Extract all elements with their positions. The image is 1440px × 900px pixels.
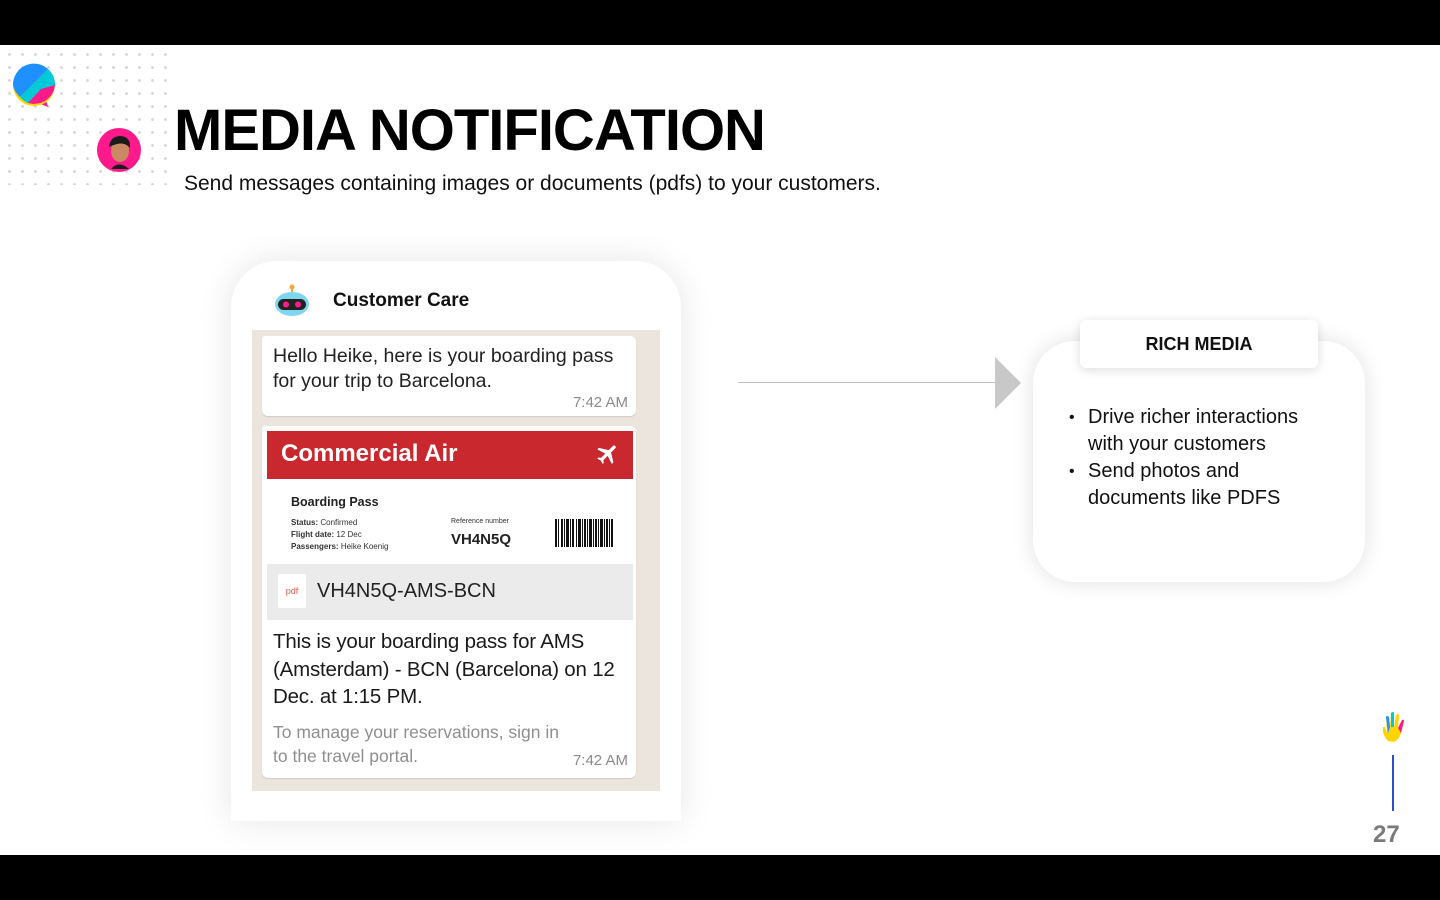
list-item: Send photos and documents like PDFS — [1066, 458, 1336, 512]
message-text: This is your boarding pass for AMS (Amst… — [273, 630, 615, 708]
user-avatar-icon — [97, 128, 141, 172]
boarding-pass-heading: Boarding Pass — [291, 495, 379, 509]
reference-label: Reference number — [451, 518, 509, 525]
page-subtitle: Send messages containing images or docum… — [184, 172, 881, 195]
chat-header: Customer Care — [273, 283, 469, 319]
attachment-name: VH4N5Q-AMS-BCN — [317, 580, 496, 602]
reference-value: VH4N5Q — [451, 531, 512, 548]
plane-icon — [597, 445, 616, 464]
boarding-pass-header: Commercial Air — [267, 431, 633, 479]
bottom-letterbox — [0, 855, 1440, 900]
phone-mockup: Customer Care Hello Heike, here is your … — [231, 261, 681, 821]
passengers-label: Passengers: — [291, 542, 339, 551]
message-time: 7:42 AM — [572, 394, 628, 411]
passengers-value: Heike Koenig — [340, 542, 389, 551]
arrow-head-icon — [995, 357, 1021, 409]
rich-media-tab: RICH MEDIA — [1080, 320, 1318, 368]
status-value: Confirmed — [320, 518, 358, 527]
bot-icon — [275, 284, 309, 316]
message-bubble-greeting: Hello Heike, here is your boarding pass … — [262, 336, 636, 416]
page-title: MEDIA NOTIFICATION — [174, 98, 766, 163]
chat-area: Hello Heike, here is your boarding pass … — [252, 330, 660, 791]
boarding-pass-image[interactable]: Commercial Air Boarding Pass Status: Con… — [267, 431, 633, 571]
arrow-line — [738, 382, 996, 383]
list-item: Drive richer interactions with your cust… — [1066, 404, 1336, 458]
boarding-pass-details: Status: Confirmed Flight date: 12 Dec Pa… — [291, 517, 388, 553]
status-label: Status: — [291, 518, 319, 527]
flight-date-label: Flight date: — [291, 530, 335, 539]
pdf-attachment[interactable]: pdf VH4N5Q-AMS-BCN — [267, 564, 633, 620]
flight-date-value: 12 Dec — [336, 530, 362, 539]
barcode — [555, 519, 613, 547]
message-note: To manage your reservations, sign in to … — [273, 722, 559, 766]
hand-icon — [1382, 712, 1404, 742]
message-time: 7:42 AM — [572, 752, 628, 769]
accent-line — [1392, 755, 1394, 811]
chat-contact-name: Customer Care — [333, 290, 470, 311]
top-letterbox — [0, 0, 1440, 45]
chat-bubble-logo-icon — [12, 63, 56, 107]
message-text: Hello Heike, here is your boarding pass … — [273, 345, 614, 392]
slide: MEDIA NOTIFICATION Send messages contain… — [0, 45, 1440, 855]
page-number: 27 — [1373, 821, 1400, 848]
airline-name: Commercial Air — [281, 440, 458, 467]
rich-media-bullets: Drive richer interactions with your cust… — [1066, 404, 1336, 512]
message-bubble-boarding-pass: Commercial Air Boarding Pass Status: Con… — [262, 426, 636, 778]
pdf-icon: pdf — [278, 574, 306, 608]
